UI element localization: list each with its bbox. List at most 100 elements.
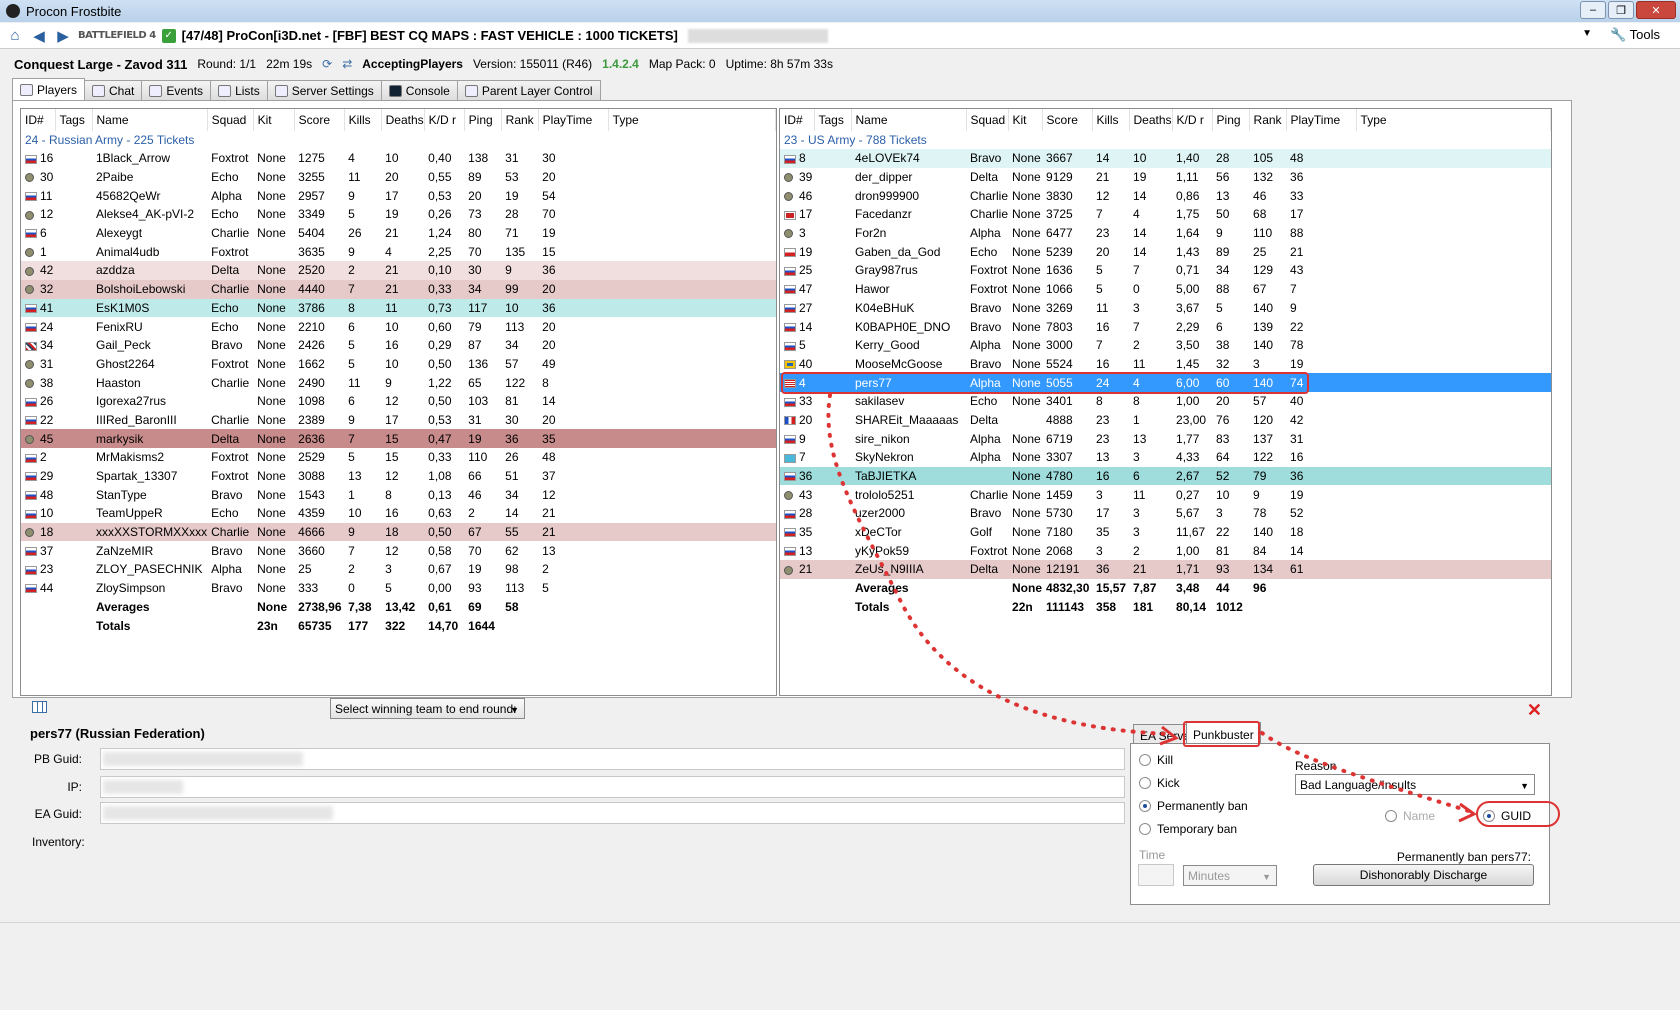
player-row[interactable]: 29 Spartak_13307 Foxtrot None 3088 13 12 1,08 66…	[21, 467, 776, 486]
column-header[interactable]: Kills	[344, 109, 382, 131]
tab-console[interactable]: Console	[380, 80, 458, 101]
kill-radio[interactable]: Kill	[1139, 753, 1173, 767]
player-row[interactable]: 36 TaBJIETKA None 4780 16 6 2,67 52 79 36	[780, 466, 1551, 486]
player-row[interactable]: 32 BolshoiLebowski Charlie None 4440 7 21 0,33 3…	[21, 279, 776, 299]
player-row[interactable]: 20 SHAREit_Maaaaas Delta 4888 23 1 23,00 76 120 4…	[780, 411, 1551, 430]
column-header[interactable]: PlayTime	[1286, 109, 1357, 131]
team1-player-list[interactable]: ID# Tags Name Squad Kit Score Kills Deaths K/D r…	[20, 108, 777, 696]
column-header[interactable]: Deaths	[1129, 109, 1173, 131]
player-row[interactable]: 31 Ghost2264 Foxtrot None 1662 5 10 0,50 136 57 49	[21, 355, 776, 374]
player-row[interactable]: 45 markysik Delta None 2636 7 15 0,47 19 36 35	[21, 429, 776, 448]
player-row[interactable]: 42 azddza Delta None 2520 2 21 0,10 30 9 36	[21, 261, 776, 280]
player-row[interactable]: 25 Gray987rus Foxtrot None 1636 5 7 0,71 34 129 43	[780, 261, 1551, 280]
column-header[interactable]: Rank	[1249, 109, 1287, 131]
minimize-button[interactable]: –	[1580, 1, 1606, 19]
player-row[interactable]: 17 Facedanzr Charlie None 3725 7 4 1,75 50 68 17	[780, 205, 1551, 224]
column-header[interactable]: Kit	[1008, 109, 1043, 131]
player-row[interactable]: 9 sire_nikon Alpha None 6719 23 13 1,77 83 137 31	[780, 429, 1551, 448]
player-row[interactable]: 2 MrMakisms2 Foxtrot None 2529 5 15 0,33 110 26 48	[21, 448, 776, 467]
column-header[interactable]: Type	[608, 109, 776, 131]
grid-view-icon[interactable]	[32, 701, 47, 713]
tab-players[interactable]: Players	[12, 78, 86, 101]
player-row[interactable]: 18 xxxXXSTORMXXxxx Charlie None 4666 9 18 0,50 6…	[21, 522, 776, 542]
close-details-icon[interactable]: ✕	[1527, 700, 1542, 721]
player-row[interactable]: 19 Gaben_da_God Echo None 5239 20 14 1,43 89 25 21	[780, 242, 1551, 261]
column-header[interactable]: Rank	[501, 109, 539, 131]
tab-chat[interactable]: Chat	[84, 80, 143, 101]
column-header[interactable]: Kit	[253, 109, 295, 131]
player-row[interactable]: 30 2Paibe Echo None 3255 11 20 0,55 89 53 20	[21, 168, 776, 187]
column-header[interactable]: Score	[1042, 109, 1093, 131]
player-row[interactable]: 14 K0BAPH0E_DNO Bravo None 7803 16 7 2,29 6 139 22	[780, 317, 1551, 336]
player-row[interactable]: 11 45682QeWr Alpha None 2957 9 17 0,53 20 19 54	[21, 186, 776, 205]
player-row[interactable]: 13 yKyPok59 Foxtrot None 2068 3 2 1,00 81 84 14	[780, 541, 1551, 560]
player-row[interactable]: 12 Alekse4_AK-pVI-2 Echo None 3349 5 19 0,26 73 2…	[21, 205, 776, 224]
refresh-icon[interactable]: ⟳	[322, 57, 332, 71]
player-row[interactable]: 40 MooseMcGoose Bravo None 5524 16 11 1,45 32 3 19	[780, 355, 1551, 374]
player-row[interactable]: 35 xDeCTor Golf None 7180 35 3 11,67 22 140 18	[780, 523, 1551, 542]
column-header[interactable]: Squad	[966, 109, 1009, 131]
player-row[interactable]: 48 StanType Bravo None 1543 1 8 0,13 46 34 12	[21, 485, 776, 504]
player-row[interactable]: 43 trololo5251 Charlie None 1459 3 11 0,27 10 9 19	[780, 485, 1551, 504]
player-row[interactable]: 28 uzer2000 Bravo None 5730 17 3 5,67 3 78 52	[780, 504, 1551, 523]
player-row[interactable]: 16 1Black_Arrow Foxtrot None 1275 4 10 0,40 138 3…	[21, 149, 776, 168]
column-header[interactable]: Name	[92, 109, 208, 131]
permanent-ban-radio[interactable]: Permanently ban	[1139, 799, 1248, 813]
forward-arrow-icon[interactable]: ▶	[54, 27, 72, 45]
column-header[interactable]: Name	[851, 109, 967, 131]
pb-guid-field[interactable]	[100, 748, 1125, 770]
tools-menu[interactable]: 🔧 Tools	[1610, 27, 1660, 43]
player-row[interactable]: 27 K04eBHuK Bravo None 3269 11 3 3,67 5 140 9	[780, 299, 1551, 318]
column-header[interactable]: Deaths	[381, 109, 425, 131]
column-header[interactable]: PlayTime	[538, 109, 609, 131]
temporary-ban-radio[interactable]: Temporary ban	[1139, 822, 1237, 836]
player-row[interactable]: 26 Igorexa27rus None 1098 6 12 0,50 103 81 14	[21, 392, 776, 411]
tab-server-settings[interactable]: Server Settings	[266, 80, 382, 101]
column-header[interactable]: Type	[1356, 109, 1551, 131]
tab-lists[interactable]: Lists	[210, 80, 268, 101]
time-input[interactable]	[1138, 864, 1174, 886]
player-row[interactable]: 23 ZLOY_PASECHNIK Alpha None 25 2 3 0,67 19 98 2	[21, 560, 776, 579]
ea-guid-field[interactable]	[100, 802, 1125, 824]
player-row[interactable]: 8 4eLOVEk74 Bravo None 3667 14 10 1,40 28 105 48	[780, 149, 1551, 168]
home-icon[interactable]: ⌂	[6, 27, 24, 45]
reason-select[interactable]: Bad Language/Insults ▼	[1295, 774, 1535, 795]
player-row[interactable]: 3 For2n Alpha None 6477 23 14 1,64 9 110 88	[780, 224, 1551, 243]
column-header[interactable]: ID#	[780, 109, 815, 131]
dishonorably-discharge-button[interactable]: Dishonorably Discharge	[1313, 864, 1534, 886]
column-header[interactable]: Tags	[55, 109, 93, 131]
player-row[interactable]: 41 EsK1M0S Echo None 3786 8 11 0,73 117 10 36	[21, 298, 776, 318]
kick-radio[interactable]: Kick	[1139, 776, 1180, 790]
time-unit-select[interactable]: Minutes ▼	[1183, 865, 1277, 886]
column-header[interactable]: K/D r	[1172, 109, 1213, 131]
column-header[interactable]: Tags	[814, 109, 852, 131]
player-row[interactable]: 47 Hawor Foxtrot None 1066 5 0 5,00 88 67 7	[780, 280, 1551, 299]
player-row[interactable]: 22 IIIRed_BaronIII Charlie None 2389 9 17 0,53 3…	[21, 411, 776, 430]
player-row[interactable]: 39 der_dipper Delta None 9129 21 19 1,11 56 132 36	[780, 168, 1551, 187]
player-row[interactable]: 44 ZloySimpson Bravo None 333 0 5 0,00 93 113 5	[21, 579, 776, 598]
player-row[interactable]: 37 ZaNzeMIR Bravo None 3660 7 12 0,58 70 62 13	[21, 541, 776, 560]
player-row[interactable]: 38 Haaston Charlie None 2490 11 9 1,22 65 122 8	[21, 373, 776, 392]
ip-field[interactable]	[100, 776, 1125, 798]
player-row[interactable]: 6 Alexeygt Charlie None 5404 26 21 1,24 80 71 19	[21, 224, 776, 243]
end-round-select[interactable]: Select winning team to end round: ▼	[330, 698, 525, 719]
column-header[interactable]: Ping	[1212, 109, 1250, 131]
close-window-button[interactable]: ✕	[1636, 1, 1676, 19]
server-dropdown-arrow[interactable]: ▼	[1582, 28, 1592, 39]
column-header[interactable]: Kills	[1092, 109, 1130, 131]
column-header[interactable]: ID#	[21, 109, 56, 131]
ban-by-name-radio[interactable]: Name	[1385, 809, 1435, 823]
column-header[interactable]: Squad	[207, 109, 254, 131]
tab-parent-layer-control[interactable]: Parent Layer Control	[456, 80, 601, 101]
player-row[interactable]: 1 Animal4udb Foxtrot 3635 9 4 2,25 70 135 15	[21, 242, 776, 261]
player-row[interactable]: 7 SkyNekron Alpha None 3307 13 3 4,33 64 122 16	[780, 448, 1551, 467]
column-header[interactable]: Score	[294, 109, 345, 131]
player-row[interactable]: 46 dron999900 Charlie None 3830 12 14 0,86 13 46 3…	[780, 186, 1551, 205]
player-row[interactable]: 34 Gail_Peck Bravo None 2426 5 16 0,29 87 34 20	[21, 336, 776, 355]
player-row[interactable]: 10 TeamUppeR Echo None 4359 10 16 0,63 2 14 21	[21, 504, 776, 523]
player-row[interactable]: 33 sakilasev Echo None 3401 8 8 1,00 20 57 40	[780, 392, 1551, 411]
player-row[interactable]: 24 FenixRU Echo None 2210 6 10 0,60 79 113 20	[21, 317, 776, 336]
column-header[interactable]: Ping	[464, 109, 502, 131]
column-header[interactable]: K/D r	[424, 109, 465, 131]
player-row[interactable]: 21 ZeUs_N9IIIA Delta None 12191 36 21 1,71 93 134…	[780, 560, 1551, 579]
